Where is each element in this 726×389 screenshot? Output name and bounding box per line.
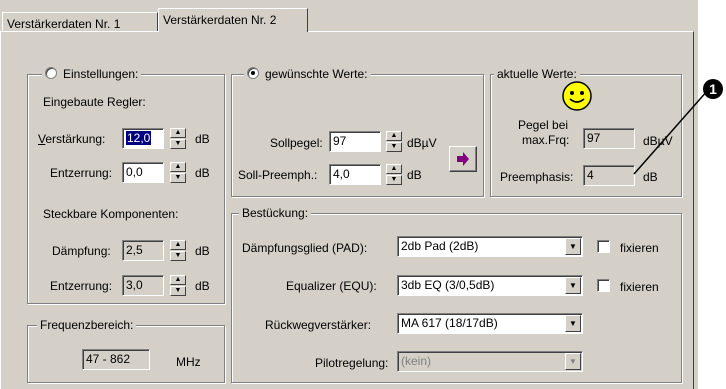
attenuation-unit: dB	[195, 244, 210, 258]
apply-button[interactable]	[449, 146, 477, 172]
pad-select-value: 2db Pad (2dB)	[401, 239, 479, 253]
tab-label: Verstärkerdaten Nr. 1	[7, 17, 121, 31]
tab-amplifier-data-2[interactable]: Verstärkerdaten Nr. 2	[158, 8, 308, 32]
chevron-down-icon[interactable]: ▼	[565, 315, 581, 332]
right-arrow-icon	[457, 152, 469, 166]
gain-spinner[interactable]: ▲ ▼	[170, 128, 186, 149]
builtin-controls-heading: Eingebaute Regler:	[43, 95, 146, 109]
pad-fix-label: fixieren	[620, 241, 659, 255]
gain-label: Verstärkung:	[38, 132, 106, 146]
current-values-legend: aktuelle Werte:	[494, 67, 580, 81]
current-level-label-line2: max.Frq:	[522, 133, 570, 147]
equalization2-label: Entzerrung:	[50, 279, 113, 293]
current-level-label-line1: Pegel bei	[518, 118, 569, 132]
settings-legend: Einstellungen:	[42, 67, 142, 81]
settings-legend-label: Einstellungen:	[63, 67, 139, 81]
equalization-unit: dB	[195, 166, 210, 180]
spin-up-icon[interactable]: ▲	[170, 128, 186, 138]
equipment-legend: Bestückung:	[239, 206, 312, 220]
callout-line	[633, 89, 709, 175]
equalization-label: Entzerrung:	[50, 166, 113, 180]
frequency-unit: MHz	[176, 355, 201, 369]
spin-up-icon[interactable]: ▲	[386, 131, 402, 141]
spin-down-icon[interactable]: ▼	[170, 251, 186, 261]
equalization2-unit: dB	[195, 279, 210, 293]
equ-fix-checkbox[interactable]	[597, 279, 610, 292]
spin-down-icon[interactable]: ▼	[170, 173, 186, 183]
gain-input[interactable]: 12,0	[122, 128, 164, 149]
chevron-down-icon[interactable]: ▼	[565, 238, 581, 255]
spin-down-icon[interactable]: ▼	[386, 175, 402, 185]
attenuation-spinner[interactable]: ▲ ▼	[170, 240, 186, 261]
pilot-select[interactable]: (kein) ▼	[397, 351, 583, 372]
chevron-down-icon[interactable]: ▼	[565, 277, 581, 294]
amplifier-dialog: Verstärkerdaten Nr. 1 Verstärkerdaten Nr…	[0, 0, 698, 389]
tab-amplifier-data-1[interactable]: Verstärkerdaten Nr. 1	[2, 12, 158, 32]
equalization2-spinner[interactable]: ▲ ▼	[170, 275, 186, 296]
pilot-label: Pilotregelung:	[315, 356, 389, 370]
pad-fix-checkbox[interactable]	[597, 240, 610, 253]
desired-legend-label: gewünschte Werte:	[265, 67, 368, 81]
spin-down-icon[interactable]: ▼	[170, 286, 186, 296]
callout-number-badge: 1	[703, 79, 723, 99]
spin-up-icon[interactable]: ▲	[170, 162, 186, 172]
equ-label: Equalizer (EQU):	[286, 279, 377, 293]
return-amp-select[interactable]: MA 617 (18/17dB) ▼	[397, 313, 583, 334]
spin-up-icon[interactable]: ▲	[386, 164, 402, 174]
chevron-down-icon[interactable]: ▼	[565, 353, 581, 370]
target-level-input[interactable]: 97	[329, 131, 381, 152]
attenuation-label: Dämpfung:	[52, 244, 111, 258]
equalization-spinner[interactable]: ▲ ▼	[170, 162, 186, 183]
desired-values-legend: gewünschte Werte:	[244, 67, 371, 81]
pad-label: Dämpfungsglied (PAD):	[242, 241, 368, 255]
target-preemph-unit: dB	[407, 168, 422, 182]
equalization2-input[interactable]: 3,0	[122, 275, 164, 296]
spin-up-icon[interactable]: ▲	[170, 275, 186, 285]
target-preemph-spinner[interactable]: ▲ ▼	[386, 164, 402, 185]
target-level-label: Sollpegel:	[270, 136, 323, 150]
desired-values-radio[interactable]	[247, 67, 259, 79]
gain-unit: dB	[195, 132, 210, 146]
smiley-face-icon	[562, 81, 592, 111]
spin-up-icon[interactable]: ▲	[170, 240, 186, 250]
return-amp-label: Rückwegverstärker:	[265, 318, 372, 332]
equ-select[interactable]: 3db EQ (3/0,5dB) ▼	[397, 275, 583, 296]
settings-radio[interactable]	[45, 67, 57, 79]
attenuation-input[interactable]: 2,5	[122, 240, 164, 261]
current-preemph-label: Preemphasis:	[500, 170, 574, 184]
frequency-legend: Frequenzbereich:	[37, 318, 137, 332]
equalization-input[interactable]: 0,0	[122, 162, 164, 183]
equ-select-value: 3db EQ (3/0,5dB)	[401, 278, 495, 292]
target-level-unit: dBµV	[407, 136, 437, 150]
frequency-display: 47 - 862	[82, 349, 150, 370]
tab-label: Verstärkerdaten Nr. 2	[163, 13, 277, 27]
target-preemph-input[interactable]: 4,0	[329, 164, 381, 185]
plugin-components-heading: Steckbare Komponenten:	[43, 207, 179, 221]
target-preemph-label: Soll-Preemph.:	[238, 168, 318, 182]
return-amp-select-value: MA 617 (18/17dB)	[401, 316, 498, 330]
spin-down-icon[interactable]: ▼	[386, 142, 402, 152]
target-level-spinner[interactable]: ▲ ▼	[386, 131, 402, 152]
spin-down-icon[interactable]: ▼	[170, 139, 186, 149]
pad-select[interactable]: 2db Pad (2dB) ▼	[397, 236, 583, 257]
pilot-select-value: (kein)	[401, 354, 432, 368]
equ-fix-label: fixieren	[620, 280, 659, 294]
